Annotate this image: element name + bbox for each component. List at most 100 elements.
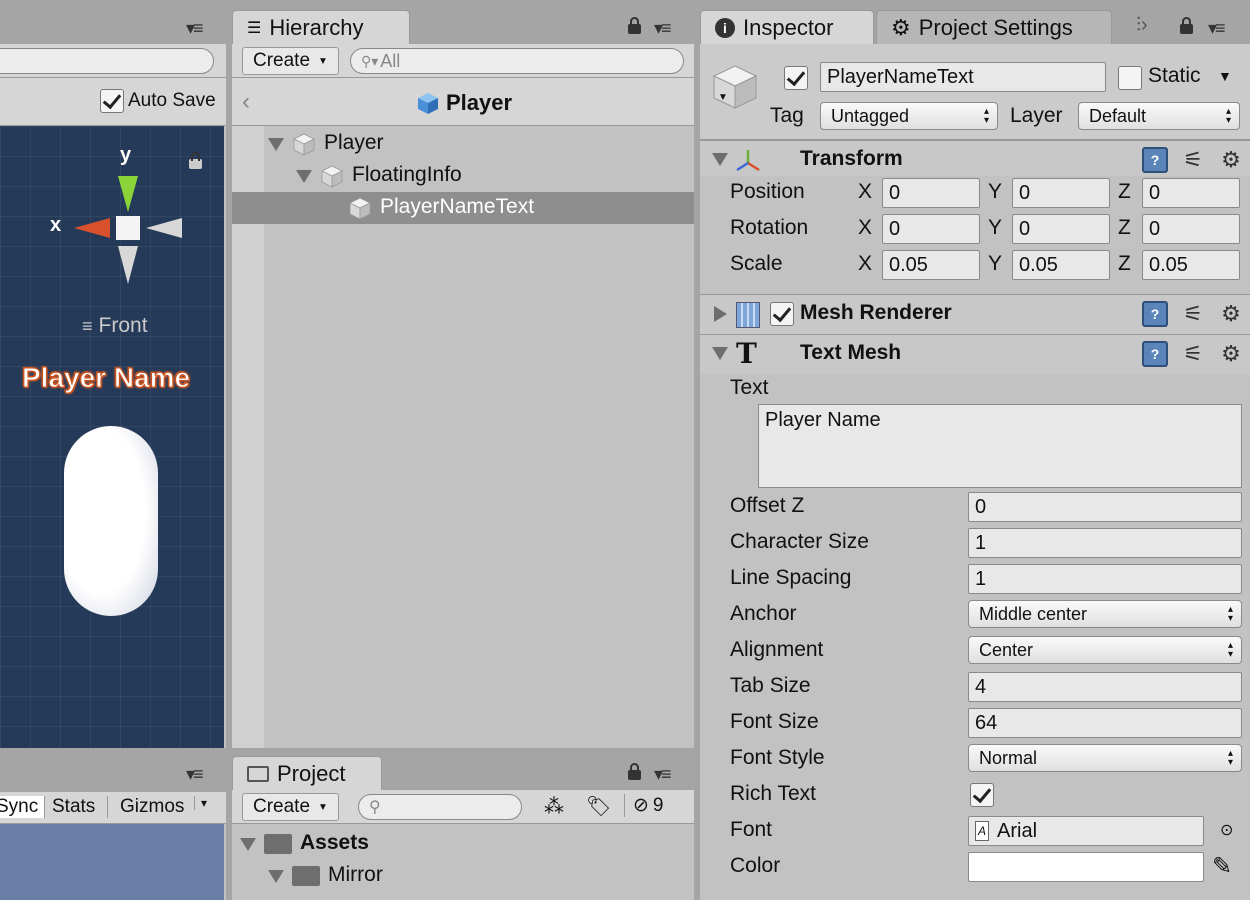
transform-rotation-z-field[interactable]: 0 <box>1142 214 1240 244</box>
anchor-dropdown[interactable]: Middle center ▴ ▾ <box>968 600 1242 628</box>
tab-project-settings[interactable]: ⚙ Project Settings <box>876 10 1112 44</box>
help-book-icon[interactable]: ? <box>1142 147 1168 173</box>
preset-sliders-icon[interactable]: ⚟ <box>1180 301 1206 327</box>
filter-by-label-icon[interactable]: 🏷 <box>586 794 611 819</box>
view-label[interactable]: ≡ Front <box>82 314 148 338</box>
hierarchy-item[interactable]: FloatingInfo <box>232 160 694 192</box>
object-name-field[interactable]: PlayerNameText <box>820 62 1106 92</box>
color-label: Color <box>730 854 781 877</box>
project-menu-icon[interactable]: ▾≡ <box>654 764 671 785</box>
text-mesh-header[interactable]: T Text Mesh ? ⚟ ⚙ <box>700 334 1250 374</box>
transform-scale-y-field[interactable]: 0.05 <box>1012 250 1110 280</box>
settings-gear-icon[interactable]: ⚙ <box>1218 301 1244 327</box>
project-toolbar: Create ▼ ⚲ ⁂ 🏷 ⊘ 9 <box>232 790 694 824</box>
hierarchy-item[interactable]: PlayerNameText <box>232 192 694 224</box>
text-label: Text <box>730 376 769 399</box>
inspector-tab-title: Inspector <box>743 14 834 40</box>
transform-header[interactable]: Transform ? ⚟ ⚙ <box>700 140 1250 180</box>
foldout-expanded-icon[interactable] <box>268 870 284 883</box>
gizmo-lock-icon[interactable] <box>189 152 202 169</box>
eyedropper-icon[interactable]: ✎ <box>1212 852 1232 881</box>
game-tab-sync[interactable]: Sync <box>0 796 46 818</box>
static-checkbox[interactable] <box>1118 66 1142 90</box>
preset-sliders-icon[interactable]: ⚟ <box>1180 341 1206 367</box>
project-item[interactable]: Assets <box>232 828 694 860</box>
transform-position-z-field[interactable]: 0 <box>1142 178 1240 208</box>
foldout-collapsed-icon[interactable] <box>714 306 727 322</box>
offset-z-field[interactable]: 0 <box>968 492 1242 522</box>
project-item[interactable]: Mirror <box>232 860 694 892</box>
auto-save-checkbox[interactable] <box>100 89 124 113</box>
filter-by-type-icon[interactable]: ⁂ <box>544 794 564 819</box>
project-lock-icon[interactable] <box>628 763 641 780</box>
foldout-expanded-icon[interactable] <box>296 170 312 183</box>
transform-scale-z-field[interactable]: 0.05 <box>1142 250 1240 280</box>
font-size-field[interactable]: 64 <box>968 708 1242 738</box>
scene-search-input[interactable] <box>0 48 214 74</box>
capsule-mesh[interactable] <box>64 426 158 616</box>
project-settings-tab-title: Project Settings <box>918 14 1073 40</box>
hidden-packages-toggle[interactable]: ⊘ 9 <box>624 794 664 817</box>
hierarchy-menu-icon[interactable]: ▾≡ <box>654 18 671 39</box>
settings-gear-icon[interactable]: ⚙ <box>1218 147 1244 173</box>
character-size-field[interactable]: 1 <box>968 528 1242 558</box>
scene-menu-icon[interactable]: ▾≡ <box>186 18 203 39</box>
help-book-icon[interactable]: ? <box>1142 301 1168 327</box>
inspector-lock-icon[interactable] <box>1180 17 1193 34</box>
icon-dropdown-icon[interactable]: ▼ <box>718 92 728 103</box>
foldout-expanded-icon[interactable] <box>240 838 256 851</box>
tag-dropdown[interactable]: Untagged ▴ ▾ <box>820 102 998 130</box>
game-tab-gizmos[interactable]: Gizmos <box>120 796 184 818</box>
tag-label: Tag <box>770 104 804 127</box>
alignment-value: Center <box>979 639 1034 660</box>
alignment-dropdown[interactable]: Center ▴ ▾ <box>968 636 1242 664</box>
gizmos-dropdown-icon[interactable]: ▾ <box>194 796 207 810</box>
static-dropdown-icon[interactable]: ▼ <box>1218 68 1232 84</box>
hierarchy-create-button[interactable]: Create ▼ <box>242 47 339 75</box>
game-menu-icon[interactable]: ▾≡ <box>186 764 203 785</box>
tab-size-field[interactable]: 4 <box>968 672 1242 702</box>
preset-sliders-icon[interactable]: ⚟ <box>1180 147 1206 173</box>
font-field[interactable]: A Arial <box>968 816 1204 846</box>
active-checkbox[interactable] <box>784 66 808 90</box>
transform-rotation-x-field[interactable]: 0 <box>882 214 980 244</box>
axis-label-x: X <box>858 216 873 239</box>
help-book-icon[interactable]: ? <box>1142 341 1168 367</box>
inspector-panel: i Inspector ⚙ Project Settings ⫶› ▾≡ ▼ P… <box>700 0 1250 900</box>
transform-rotation-y-field[interactable]: 0 <box>1012 214 1110 244</box>
hierarchy-item[interactable]: Player <box>232 128 694 160</box>
layer-value: Default <box>1089 105 1147 126</box>
color-swatch[interactable] <box>968 852 1204 882</box>
mesh-renderer-header[interactable]: Mesh Renderer ? ⚟ ⚙ <box>700 294 1250 334</box>
settings-gear-icon[interactable]: ⚙ <box>1218 341 1244 367</box>
foldout-expanded-icon[interactable] <box>268 138 284 151</box>
font-style-dropdown[interactable]: Normal ▴ ▾ <box>968 744 1242 772</box>
back-chevron-icon[interactable]: ‹ <box>242 88 250 116</box>
dropdown-arrows-icon: ▴ ▾ <box>983 106 989 126</box>
foldout-expanded-icon[interactable] <box>712 347 728 360</box>
scene-viewport[interactable]: y x ≡ Front Player Name <box>0 126 224 748</box>
hierarchy-lock-icon[interactable] <box>628 17 641 34</box>
tab-hierarchy[interactable]: ☰ Hierarchy <box>232 10 410 44</box>
tab-inspector[interactable]: i Inspector <box>700 10 874 44</box>
transform-position-x-field[interactable]: 0 <box>882 178 980 208</box>
transform-position-y-field[interactable]: 0 <box>1012 178 1110 208</box>
line-spacing-field[interactable]: 1 <box>968 564 1242 594</box>
inspector-menu-icon[interactable]: ▾≡ <box>1208 18 1225 39</box>
foldout-expanded-icon[interactable] <box>712 153 728 166</box>
layer-dropdown[interactable]: Default ▴ ▾ <box>1078 102 1240 130</box>
tab-overflow-icon[interactable]: ⫶› <box>1136 14 1148 37</box>
game-view[interactable] <box>0 824 224 900</box>
folder-icon <box>247 765 269 782</box>
object-picker-icon[interactable]: ⊙ <box>1220 820 1233 840</box>
tab-project[interactable]: Project <box>232 756 382 790</box>
transform-scale-x-field[interactable]: 0.05 <box>882 250 980 280</box>
text-area[interactable]: Player Name <box>758 404 1242 488</box>
orientation-gizmo[interactable] <box>40 146 200 286</box>
game-tab-stats[interactable]: Stats <box>52 796 109 818</box>
hierarchy-search-input[interactable]: ⚲▾ All <box>350 48 684 74</box>
project-create-button[interactable]: Create ▼ <box>242 793 339 821</box>
rich-text-checkbox[interactable] <box>970 783 994 807</box>
project-search-input[interactable]: ⚲ <box>358 794 522 820</box>
mesh-renderer-enabled-checkbox[interactable] <box>770 302 794 326</box>
